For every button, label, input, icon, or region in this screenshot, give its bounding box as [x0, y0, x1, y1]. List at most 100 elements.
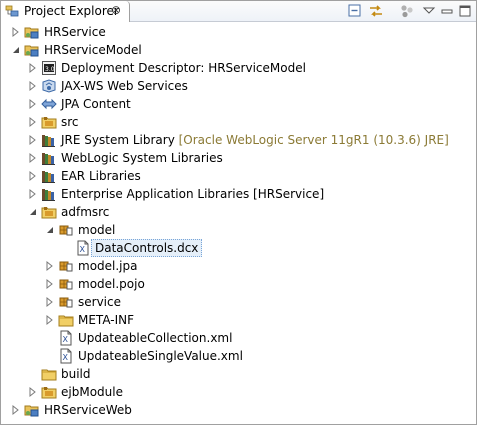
- tree-item[interactable]: HRService: [1, 23, 476, 41]
- svg-text:X: X: [63, 353, 69, 362]
- expand-twisty-icon[interactable]: [27, 383, 39, 401]
- tree-item-label[interactable]: model: [78, 221, 115, 239]
- project-icon: [24, 42, 40, 58]
- expand-twisty-icon[interactable]: [27, 167, 39, 185]
- project-explorer-icon: [5, 4, 19, 18]
- expand-twisty-icon[interactable]: [27, 95, 39, 113]
- view-title: Project Explorer: [24, 4, 119, 18]
- minimize-icon[interactable]: [439, 3, 455, 19]
- close-icon[interactable]: ⊗: [111, 2, 121, 18]
- xml-file-icon: X: [58, 330, 74, 346]
- tree-item[interactable]: model.jpa: [1, 257, 476, 275]
- expand-twisty-icon[interactable]: [27, 149, 39, 167]
- tree-item[interactable]: 3.0 Deployment Descriptor: HRServiceModel: [1, 59, 476, 77]
- expand-twisty-icon[interactable]: [27, 131, 39, 149]
- library-icon: [41, 168, 57, 184]
- collapse-twisty-icon[interactable]: [27, 203, 39, 221]
- tree-item-label[interactable]: JRE System Library [Oracle WebLogic Serv…: [61, 131, 449, 149]
- folder-icon: [41, 366, 57, 382]
- svg-text:X: X: [80, 245, 86, 254]
- tree-item-label[interactable]: HRServiceModel: [44, 41, 142, 59]
- deployment-descriptor-icon: 3.0: [41, 60, 57, 76]
- expand-twisty-icon[interactable]: [27, 113, 39, 131]
- tree-item-label[interactable]: Deployment Descriptor: HRServiceModel: [61, 59, 306, 77]
- view-title-bar: Project Explorer ⊗: [1, 1, 476, 22]
- tree-item-label[interactable]: HRServiceWeb: [44, 401, 132, 419]
- tree-item[interactable]: JRE System Library [Oracle WebLogic Serv…: [1, 131, 476, 149]
- expand-twisty-icon[interactable]: [44, 257, 56, 275]
- focus-icon[interactable]: [399, 3, 415, 19]
- collapse-twisty-icon[interactable]: [10, 41, 22, 59]
- web-services-icon: [41, 78, 57, 94]
- folder-icon: [58, 312, 74, 328]
- source-folder-icon: [41, 204, 57, 220]
- tree-item[interactable]: adfmsrc: [1, 203, 476, 221]
- package-icon: [58, 294, 74, 310]
- tree-item[interactable]: EAR Libraries: [1, 167, 476, 185]
- tree-item[interactable]: model.pojo: [1, 275, 476, 293]
- collapse-all-icon[interactable]: [347, 3, 363, 19]
- library-icon: [41, 186, 57, 202]
- tree-item[interactable]: X DataControls.dcx: [1, 239, 476, 257]
- tree-item[interactable]: META-INF: [1, 311, 476, 329]
- tree-item-decoration: [Oracle WebLogic Server 11gR1 (10.3.6) J…: [174, 133, 449, 147]
- expand-twisty-icon[interactable]: [27, 59, 39, 77]
- library-icon: [41, 132, 57, 148]
- svg-text:X: X: [63, 335, 69, 344]
- expand-twisty-icon[interactable]: [44, 275, 56, 293]
- tree-item-label[interactable]: UpdateableCollection.xml: [78, 329, 232, 347]
- tree-item-label[interactable]: META-INF: [78, 311, 134, 329]
- tree-item-label[interactable]: model.pojo: [78, 275, 145, 293]
- tree-item-label[interactable]: WebLogic System Libraries: [61, 149, 223, 167]
- package-icon: [58, 222, 74, 238]
- tree-item-label[interactable]: JPA Content: [61, 95, 131, 113]
- tree-item[interactable]: build: [1, 365, 476, 383]
- tree-item[interactable]: WebLogic System Libraries: [1, 149, 476, 167]
- project-icon: [24, 24, 40, 40]
- package-icon: [58, 258, 74, 274]
- tree-item-label[interactable]: adfmsrc: [61, 203, 109, 221]
- link-with-editor-icon[interactable]: [368, 3, 384, 19]
- tree-item-label[interactable]: DataControls.dcx: [91, 239, 203, 257]
- expand-twisty-icon[interactable]: [10, 401, 22, 419]
- project-icon: [24, 402, 40, 418]
- tree-item[interactable]: service: [1, 293, 476, 311]
- source-folder-icon: [41, 114, 57, 130]
- package-icon: [58, 276, 74, 292]
- tree-item-label[interactable]: src: [61, 113, 79, 131]
- svg-text:3.0: 3.0: [45, 66, 55, 73]
- tree-item-label[interactable]: build: [61, 365, 91, 383]
- expand-twisty-icon[interactable]: [27, 185, 39, 203]
- expand-twisty-icon[interactable]: [27, 77, 39, 95]
- expand-twisty-icon[interactable]: [44, 311, 56, 329]
- tree-item[interactable]: HRServiceWeb: [1, 401, 476, 419]
- tree-item[interactable]: HRServiceModel: [1, 41, 476, 59]
- jpa-content-icon: [41, 96, 57, 112]
- tree-item[interactable]: model: [1, 221, 476, 239]
- tree-item[interactable]: X UpdateableSingleValue.xml: [1, 347, 476, 365]
- tree-item[interactable]: Enterprise Application Libraries [HRServ…: [1, 185, 476, 203]
- tree-item[interactable]: X UpdateableCollection.xml: [1, 329, 476, 347]
- library-icon: [41, 150, 57, 166]
- tree-item-label[interactable]: HRService: [44, 23, 106, 41]
- tree-item-label[interactable]: Enterprise Application Libraries [HRServ…: [61, 185, 324, 203]
- collapse-twisty-icon[interactable]: [44, 221, 56, 239]
- tree-item[interactable]: ejbModule: [1, 383, 476, 401]
- tree-item-label[interactable]: EAR Libraries: [61, 167, 141, 185]
- tree-item-label[interactable]: model.jpa: [78, 257, 137, 275]
- expand-twisty-icon[interactable]: [44, 293, 56, 311]
- tree-item-label[interactable]: JAX-WS Web Services: [61, 77, 188, 95]
- maximize-icon[interactable]: [457, 3, 473, 19]
- tree-item[interactable]: JAX-WS Web Services: [1, 77, 476, 95]
- tree-item[interactable]: src: [1, 113, 476, 131]
- tab-project-explorer[interactable]: Project Explorer ⊗: [1, 1, 130, 22]
- xml-file-icon: X: [58, 348, 74, 364]
- expand-twisty-icon[interactable]: [10, 23, 22, 41]
- tree-item[interactable]: JPA Content: [1, 95, 476, 113]
- source-folder-icon: [41, 384, 57, 400]
- tree-item-label[interactable]: UpdateableSingleValue.xml: [78, 347, 243, 365]
- tree-item-label[interactable]: ejbModule: [61, 383, 123, 401]
- view-menu-icon[interactable]: [421, 3, 437, 19]
- project-explorer-view: Project Explorer ⊗ HRService HRServiceMo…: [0, 0, 477, 425]
- tree-item-label[interactable]: service: [78, 293, 121, 311]
